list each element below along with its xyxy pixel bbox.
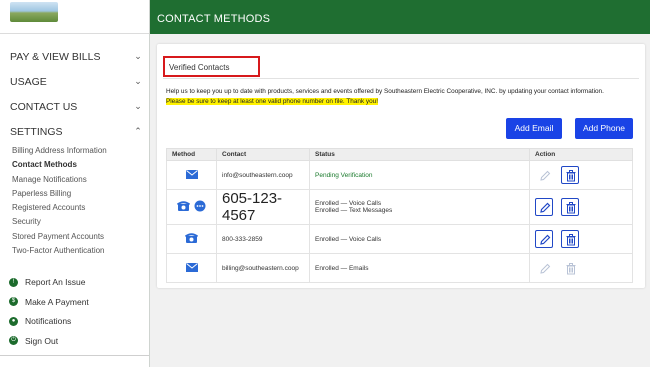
tab-verified-contacts[interactable]: Verified Contacts	[163, 56, 260, 77]
add-phone-button[interactable]: Add Phone	[575, 118, 633, 139]
header-contact: Contact	[216, 148, 310, 161]
nav-settings[interactable]: SETTINGS ⌃	[0, 119, 149, 144]
contact-value: 800-333-2859	[216, 224, 310, 254]
power-icon: ⏻	[9, 336, 18, 346]
util-label: Sign Out	[25, 335, 59, 346]
nav-label: SETTINGS	[10, 125, 63, 138]
edit-button[interactable]	[535, 198, 553, 216]
status-text: Enrolled — Voice Calls	[315, 200, 382, 207]
page-title: CONTACT METHODS	[150, 0, 650, 34]
util-label: Notifications	[25, 316, 72, 327]
status-text: Enrolled — Text Messages	[315, 207, 393, 214]
table-row: billing@southeastern.coop Enrolled — Ema…	[166, 253, 633, 283]
phone-icon	[184, 232, 199, 246]
chevron-up-icon: ⌃	[134, 126, 142, 136]
report-issue-link[interactable]: ! Report An Issue	[0, 272, 149, 292]
delete-button[interactable]	[560, 198, 579, 216]
nav-pay-view-bills[interactable]: PAY & VIEW BILLS ⌄	[0, 44, 149, 69]
table-row: 605-123-4567 Enrolled — Voice Calls Enro…	[166, 189, 633, 225]
contact-value: info@southeastern.coop	[216, 160, 310, 190]
header-status: Status	[309, 148, 530, 161]
status-text: Enrolled — Voice Calls	[309, 224, 530, 254]
edit-button-disabled	[535, 166, 553, 184]
sidebar-item-contact-methods[interactable]: Contact Methods	[0, 158, 149, 172]
sidebar-item-billing-address[interactable]: Billing Address Information	[0, 144, 149, 158]
header-action: Action	[529, 148, 633, 161]
chevron-down-icon: ⌄	[134, 51, 142, 61]
contact-value: 605-123-4567	[216, 189, 310, 225]
table-row: info@southeastern.coop Pending Verificat…	[166, 160, 633, 190]
table-row: 800-333-2859 Enrolled — Voice Calls	[166, 224, 633, 254]
edit-button-disabled	[535, 259, 553, 277]
contacts-table: Method Contact Status Action info@southe…	[166, 148, 633, 283]
sidebar-item-security[interactable]: Security	[0, 215, 149, 229]
logo-area	[0, 0, 149, 34]
dollar-icon: $	[9, 297, 18, 307]
warning-text: Please be sure to keep at least one vali…	[166, 98, 378, 105]
mail-icon	[185, 169, 198, 181]
sidebar-divider	[0, 355, 149, 356]
chevron-down-icon: ⌄	[134, 76, 142, 86]
sidebar: PAY & VIEW BILLS ⌄ USAGE ⌄ CONTACT US ⌄ …	[0, 0, 150, 367]
delete-button[interactable]	[560, 230, 579, 248]
edit-button[interactable]	[535, 230, 553, 248]
sidebar-item-registered-accounts[interactable]: Registered Accounts	[0, 201, 149, 215]
chat-icon	[194, 200, 206, 214]
nav-label: USAGE	[10, 75, 47, 88]
bell-icon: ●	[9, 316, 18, 326]
sidebar-item-paperless-billing[interactable]: Paperless Billing	[0, 187, 149, 201]
delete-button[interactable]	[560, 166, 579, 184]
nav-label: CONTACT US	[10, 100, 78, 113]
mail-icon	[185, 262, 198, 274]
add-email-button[interactable]: Add Email	[506, 118, 562, 139]
util-label: Make A Payment	[25, 296, 89, 307]
phone-icon	[176, 200, 190, 214]
notifications-link[interactable]: ● Notifications	[0, 311, 149, 331]
sign-out-link[interactable]: ⏻ Sign Out	[0, 331, 149, 351]
divider	[163, 78, 639, 79]
logo[interactable]	[10, 2, 58, 22]
status-text: Pending Verification	[309, 160, 530, 190]
util-label: Report An Issue	[25, 277, 86, 288]
nav-usage[interactable]: USAGE ⌄	[0, 69, 149, 94]
nav-label: PAY & VIEW BILLS	[10, 50, 101, 63]
contact-value: billing@southeastern.coop	[216, 253, 310, 283]
contacts-card: Verified Contacts Help us to keep you up…	[157, 44, 645, 288]
table-header-row: Method Contact Status Action	[166, 148, 633, 161]
main-content: Verified Contacts Help us to keep you up…	[150, 34, 650, 367]
status-text: Enrolled — Emails	[309, 253, 530, 283]
make-payment-link[interactable]: $ Make A Payment	[0, 292, 149, 312]
nav-contact-us[interactable]: CONTACT US ⌄	[0, 94, 149, 119]
description-text: Help us to keep you up to date with prod…	[166, 88, 604, 95]
chevron-down-icon: ⌄	[134, 101, 142, 111]
status-cell: Enrolled — Voice Calls Enrolled — Text M…	[309, 189, 530, 225]
sidebar-item-two-factor-auth[interactable]: Two-Factor Authentication	[0, 244, 149, 258]
sidebar-item-manage-notifications[interactable]: Manage Notifications	[0, 173, 149, 187]
header-method: Method	[166, 148, 217, 161]
alert-icon: !	[9, 277, 18, 287]
sidebar-item-stored-payment-accounts[interactable]: Stored Payment Accounts	[0, 230, 149, 244]
delete-button-disabled	[561, 259, 579, 277]
